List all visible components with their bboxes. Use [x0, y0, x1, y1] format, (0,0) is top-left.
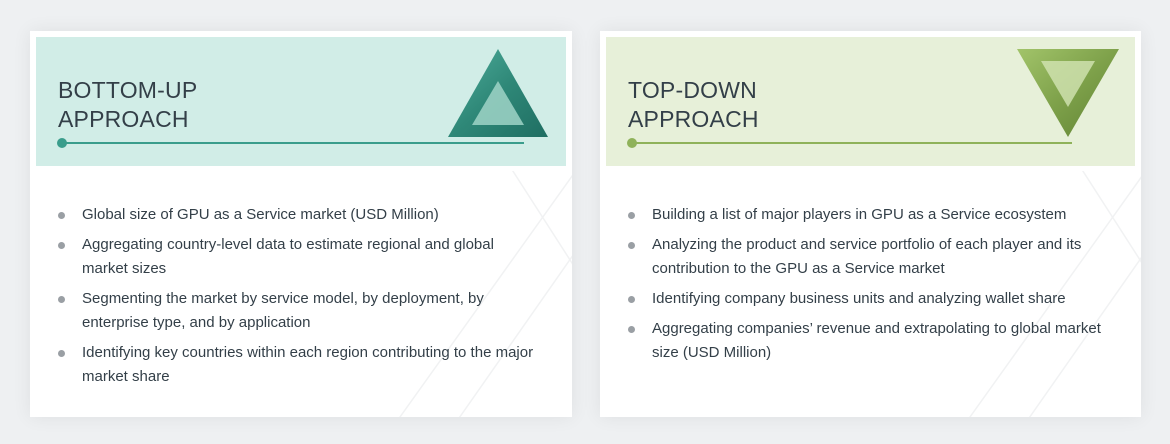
bullet-icon: [58, 242, 65, 249]
list-item: Building a list of major players in GPU …: [626, 203, 1106, 227]
bottom-up-card: BOTTOM-UP APPROACH Global size of GPU as…: [30, 31, 572, 417]
list-item-text: Segmenting the market by service model, …: [82, 290, 484, 331]
methodology-diagram: BOTTOM-UP APPROACH Global size of GPU as…: [0, 0, 1170, 444]
list-item: Global size of GPU as a Service market (…: [56, 203, 536, 227]
rule-dot: [627, 138, 637, 148]
bullet-icon: [58, 350, 65, 357]
list-item-text: Aggregating companies’ revenue and extra…: [652, 320, 1101, 361]
list-item-text: Analyzing the product and service portfo…: [652, 236, 1082, 277]
list-item-text: Building a list of major players in GPU …: [652, 206, 1067, 223]
list-item-text: Global size of GPU as a Service market (…: [82, 206, 439, 223]
bottom-up-list: Global size of GPU as a Service market (…: [56, 203, 536, 395]
header-rule: [62, 142, 524, 144]
list-item: Identifying key countries within each re…: [56, 341, 536, 389]
bottom-up-title: BOTTOM-UP APPROACH: [58, 77, 198, 132]
list-item: Aggregating companies’ revenue and extra…: [626, 317, 1106, 365]
top-down-list: Building a list of major players in GPU …: [626, 203, 1106, 371]
bullet-icon: [58, 296, 65, 303]
list-item-text: Identifying key countries within each re…: [82, 344, 534, 385]
list-item: Aggregating country-level data to estima…: [56, 233, 536, 281]
bullet-icon: [628, 242, 635, 249]
upward-triangle-icon: [448, 49, 548, 137]
list-item: Segmenting the market by service model, …: [56, 287, 536, 335]
top-down-card: TOP-DOWN APPROACH Building a list of maj…: [600, 31, 1141, 417]
list-item-text: Identifying company business units and a…: [652, 290, 1066, 307]
rule-dot: [57, 138, 67, 148]
bullet-icon: [628, 326, 635, 333]
bullet-icon: [58, 212, 65, 219]
bullet-icon: [628, 296, 635, 303]
downward-triangle-icon: [1017, 49, 1119, 137]
list-item: Identifying company business units and a…: [626, 287, 1106, 311]
list-item: Analyzing the product and service portfo…: [626, 233, 1106, 281]
header-rule: [632, 142, 1072, 144]
list-item-text: Aggregating country-level data to estima…: [82, 236, 494, 277]
top-down-title: TOP-DOWN APPROACH: [628, 77, 759, 132]
bullet-icon: [628, 212, 635, 219]
